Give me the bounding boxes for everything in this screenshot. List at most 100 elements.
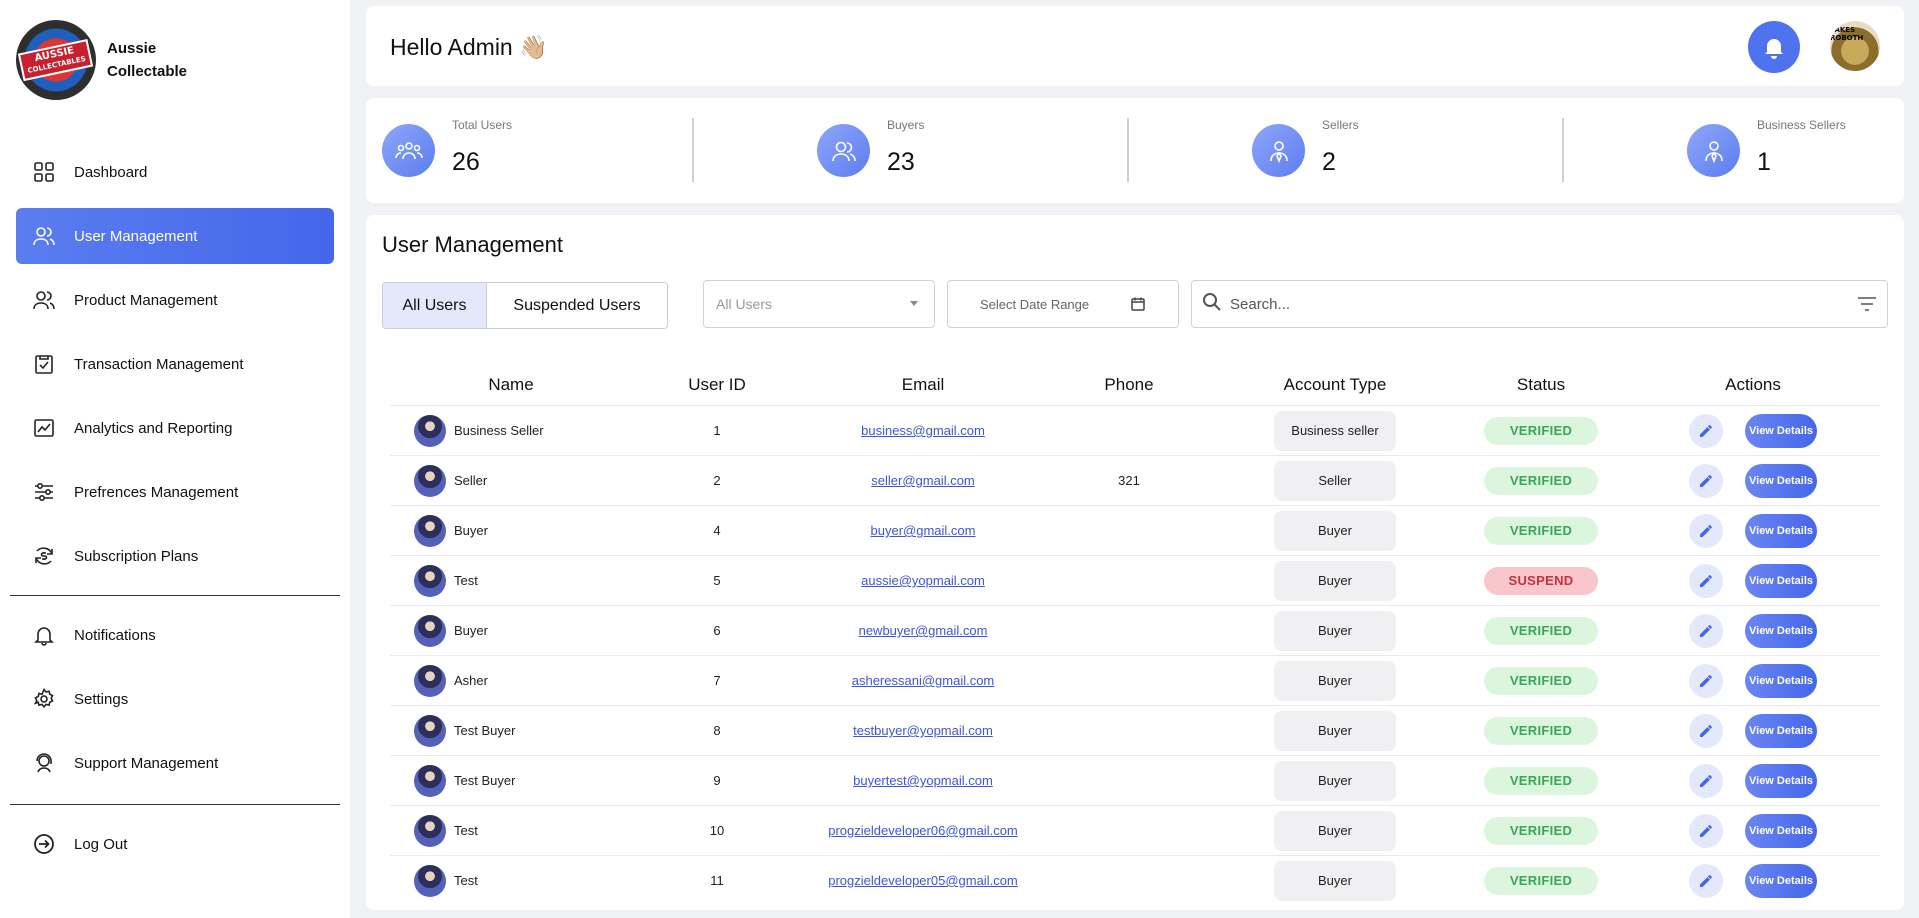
email-link[interactable]: buyer@gmail.com (871, 523, 976, 538)
email-link[interactable]: asheressani@gmail.com (852, 673, 995, 688)
view-details-button[interactable]: View Details (1745, 513, 1817, 548)
status-badge: VERIFIED (1484, 766, 1598, 795)
column-header-user-id: User ID (688, 375, 746, 394)
brand-name: Aussie Collectable (107, 37, 187, 83)
email-link[interactable]: seller@gmail.com (871, 473, 975, 488)
sidebar-item-analytics-and-reporting[interactable]: Analytics and Reporting (16, 400, 334, 456)
cell-user-id: 2 (713, 473, 721, 488)
sidebar-item-notifications[interactable]: Notifications (16, 607, 334, 663)
pencil-icon (1700, 674, 1712, 687)
bell-icon (32, 623, 56, 647)
brand-name-line1: Aussie (107, 40, 157, 57)
view-details-button[interactable]: View Details (1745, 813, 1817, 848)
edit-button[interactable] (1689, 863, 1723, 898)
user-name: Test Buyer (454, 773, 516, 788)
cell-email: testbuyer@yopmail.com (802, 723, 1044, 738)
date-placeholder: Select Date Range (980, 296, 1090, 312)
edit-button[interactable] (1689, 613, 1723, 648)
email-link[interactable]: newbuyer@gmail.com (859, 623, 988, 638)
tab-suspended-users[interactable]: Suspended Users (487, 283, 667, 328)
column-header-email: Email (901, 375, 945, 394)
seller-icon (1687, 124, 1740, 177)
view-details-button[interactable]: View Details (1745, 763, 1817, 798)
tab-all-users[interactable]: All Users (383, 283, 487, 328)
sidebar-item-settings[interactable]: Settings (16, 671, 334, 727)
date-range-picker[interactable]: Select Date Range (947, 280, 1179, 328)
bell-icon (1765, 39, 1783, 59)
sidebar-item-label: Transaction Management (74, 355, 244, 373)
sidebar-item-product-management[interactable]: Product Management (16, 272, 334, 328)
user-name: Business Seller (454, 423, 544, 438)
sidebar-item-transaction-management[interactable]: Transaction Management (16, 336, 334, 392)
account-type-badge: Buyer (1274, 810, 1396, 851)
sidebar-item-support-management[interactable]: Support Management (16, 735, 334, 791)
view-details-button[interactable]: View Details (1745, 463, 1817, 498)
table-row: Seller 2 seller@gmail.com 321 Seller VERIFIED… (390, 455, 1880, 505)
sidebar-item-prefrences-management[interactable]: Prefrences Management (16, 464, 334, 520)
edit-button[interactable] (1689, 563, 1723, 598)
email-link[interactable]: progzieldeveloper05@gmail.com (828, 873, 1018, 888)
cell-user-id: 6 (713, 623, 721, 638)
sidebar-item-dashboard[interactable]: Dashboard (16, 144, 334, 200)
cell-actions: View Details (1626, 713, 1880, 748)
cell-name: Seller (390, 464, 632, 497)
search-input[interactable] (1230, 295, 1830, 313)
status-badge: VERIFIED (1484, 666, 1598, 695)
column-header-actions: Actions (1725, 375, 1781, 394)
edit-button[interactable] (1689, 513, 1723, 548)
edit-button[interactable] (1689, 413, 1723, 448)
support-icon (32, 751, 56, 775)
sidebar-item-subscription-plans[interactable]: Subscription Plans (16, 528, 334, 584)
logout-icon (32, 832, 56, 856)
cell-actions: View Details (1626, 463, 1880, 498)
cell-phone: 321 (1118, 473, 1140, 488)
brand[interactable]: AUSSIE COLLECTABLES Aussie Collectable (16, 20, 187, 100)
view-details-button[interactable]: View Details (1745, 863, 1817, 898)
stat-value: 23 (887, 148, 915, 176)
edit-button[interactable] (1689, 463, 1723, 498)
user-name: Test (454, 873, 478, 888)
cell-status: VERIFIED (1456, 416, 1626, 445)
user-name: Test Buyer (454, 723, 516, 738)
edit-button[interactable] (1689, 813, 1723, 848)
edit-button[interactable] (1689, 663, 1723, 698)
cell-account-type: Buyer (1214, 510, 1456, 551)
table-row: Buyer 4 buyer@gmail.com Buyer VERIFIED View D… (390, 505, 1880, 555)
cell-status: SUSPEND (1456, 566, 1626, 595)
notification-button[interactable] (1748, 21, 1800, 73)
email-link[interactable]: business@gmail.com (861, 423, 985, 438)
view-details-button[interactable]: View Details (1745, 713, 1817, 748)
email-link[interactable]: progzieldeveloper06@gmail.com (828, 823, 1018, 838)
sliders-icon (32, 480, 56, 504)
user-name: Asher (454, 673, 488, 688)
edit-button[interactable] (1689, 713, 1723, 748)
status-badge: VERIFIED (1484, 516, 1598, 545)
users-icon (32, 224, 56, 248)
column-header-account-type: Account Type (1283, 375, 1387, 394)
view-details-button[interactable]: View Details (1745, 413, 1817, 448)
email-link[interactable]: buyertest@yopmail.com (853, 773, 993, 788)
sidebar-item-user-management[interactable]: User Management (16, 208, 334, 264)
calendar-icon[interactable] (1130, 296, 1146, 315)
table-row: Test 5 aussie@yopmail.com Buyer SUSPEND View … (390, 555, 1880, 605)
logout-button[interactable]: Log Out (16, 816, 334, 872)
user-tabs: All Users Suspended Users (382, 282, 668, 329)
profile-avatar[interactable]: LAKES ROBOTH (1830, 21, 1880, 71)
email-link[interactable]: aussie@yopmail.com (861, 573, 985, 588)
user-avatar (414, 864, 446, 897)
table-row: Test Buyer 8 testbuyer@yopmail.com Buyer VER… (390, 705, 1880, 755)
view-details-button[interactable]: View Details (1745, 563, 1817, 598)
users-icon (32, 288, 56, 312)
email-link[interactable]: testbuyer@yopmail.com (853, 723, 993, 738)
avatar-text: LAKES ROBOTH (1830, 26, 1864, 42)
group-icon (382, 124, 435, 177)
cell-account-type: Buyer (1214, 610, 1456, 651)
user-name: Test (454, 573, 478, 588)
edit-button[interactable] (1689, 763, 1723, 798)
user-filter-select[interactable]: All Users (703, 280, 935, 328)
account-type-badge: Buyer (1274, 510, 1396, 551)
view-details-button[interactable]: View Details (1745, 613, 1817, 648)
view-details-button[interactable]: View Details (1745, 663, 1817, 698)
cell-user-id: 7 (713, 673, 721, 688)
filter-icon[interactable] (1857, 295, 1877, 318)
